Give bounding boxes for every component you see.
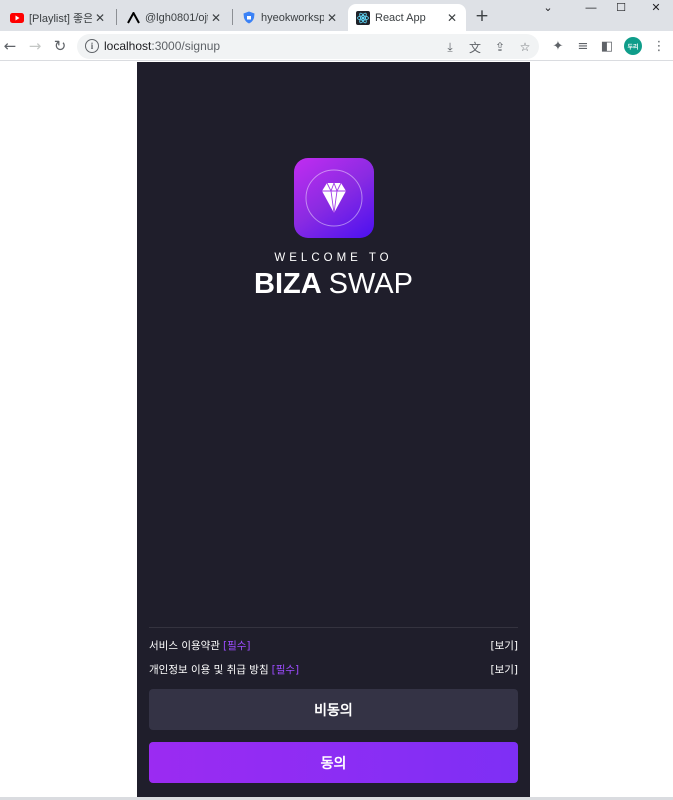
tab-title: hyeokworkspac [261, 11, 324, 24]
tab-search-icon[interactable]: ⌄ [533, 0, 563, 14]
profile-avatar[interactable]: 두리 [624, 37, 642, 55]
signup-screen: WELCOME TO BIZA SWAP 서비스 이용약관 [필수] [보기] 개인… [137, 62, 530, 798]
terms-label: 서비스 이용약관 [149, 640, 220, 652]
site-info-icon[interactable]: i [85, 39, 99, 53]
share-icon[interactable]: ⇪ [492, 39, 508, 55]
minimize-button[interactable]: ― [576, 0, 606, 14]
browser-tab-playlist[interactable]: [Playlist] 좋은 ✕ [2, 4, 114, 31]
menu-kebab-icon[interactable]: ⋮ [650, 37, 668, 55]
youtube-icon [10, 11, 24, 25]
close-tab-icon[interactable]: ✕ [324, 10, 340, 26]
tab-strip: [Playlist] 좋은 ✕ @lgh0801/ojts ✕ hyeokwor… [0, 0, 673, 31]
biza-logo [294, 158, 374, 238]
back-button[interactable]: ← [0, 36, 20, 56]
install-app-icon[interactable]: ⤓ [442, 39, 458, 55]
brand-bold: BIZA [254, 268, 322, 300]
tab-separator [116, 9, 117, 25]
react-icon [356, 10, 370, 25]
tab-title: [Playlist] 좋은 [29, 12, 92, 25]
maximize-button[interactable]: ☐ [606, 0, 636, 14]
browser-tab-workspace[interactable]: hyeokworkspac ✕ [234, 4, 346, 31]
address-bar[interactable]: i localhost:3000/signup ⤓ 文 ⇪ ☆ [77, 34, 539, 59]
shield-icon [242, 11, 256, 25]
terms-row-privacy: 개인정보 이용 및 취급 방침 [필수] [보기] [149, 662, 518, 678]
agree-button[interactable]: 동의 [149, 742, 518, 783]
terms-label: 개인정보 이용 및 취급 방침 [149, 664, 269, 676]
page-viewport: WELCOME TO BIZA SWAP 서비스 이용약관 [필수] [보기] 개인… [0, 62, 673, 798]
required-badge: [필수] [222, 640, 251, 652]
vercel-icon [126, 11, 140, 25]
tab-title: React App [375, 11, 426, 24]
terms-row-service: 서비스 이용약관 [필수] [보기] [149, 638, 518, 654]
view-privacy-link[interactable]: [보기] [490, 662, 518, 677]
reload-button[interactable]: ↻ [50, 36, 70, 56]
welcome-text: WELCOME TO [274, 252, 393, 264]
url-host: localhost [104, 39, 152, 53]
diamond-icon [305, 169, 363, 227]
forward-button[interactable]: → [25, 36, 45, 56]
disagree-button[interactable]: 비동의 [149, 689, 518, 730]
required-badge: [필수] [271, 664, 300, 676]
close-tab-icon[interactable]: ✕ [444, 10, 460, 26]
brand-light: SWAP [328, 268, 413, 300]
browser-tab-velog[interactable]: @lgh0801/ojts ✕ [118, 4, 230, 31]
browser-toolbar: ← → ↻ i localhost:3000/signup ⤓ 文 ⇪ ☆ [0, 31, 673, 61]
url-text[interactable]: localhost:3000/signup [104, 39, 220, 53]
close-tab-icon[interactable]: ✕ [208, 10, 224, 26]
tab-separator [232, 9, 233, 25]
close-window-button[interactable]: ✕ [641, 0, 671, 14]
side-panel-icon[interactable]: ◧ [598, 37, 616, 55]
translate-icon[interactable]: 文 [467, 39, 483, 55]
new-tab-button[interactable]: + [473, 6, 491, 26]
url-path: :3000/signup [151, 39, 221, 53]
brand-title: BIZA SWAP [137, 268, 530, 301]
close-tab-icon[interactable]: ✕ [92, 10, 108, 26]
bookmark-star-icon[interactable]: ☆ [517, 39, 533, 55]
tab-title: @lgh0801/ojts [145, 11, 208, 24]
divider [149, 627, 518, 628]
reading-list-icon[interactable]: ≡ [574, 37, 592, 55]
view-terms-link[interactable]: [보기] [490, 638, 518, 653]
extensions-icon[interactable]: ✦ [549, 37, 567, 55]
browser-tab-react-app[interactable]: React App ✕ [348, 4, 466, 31]
